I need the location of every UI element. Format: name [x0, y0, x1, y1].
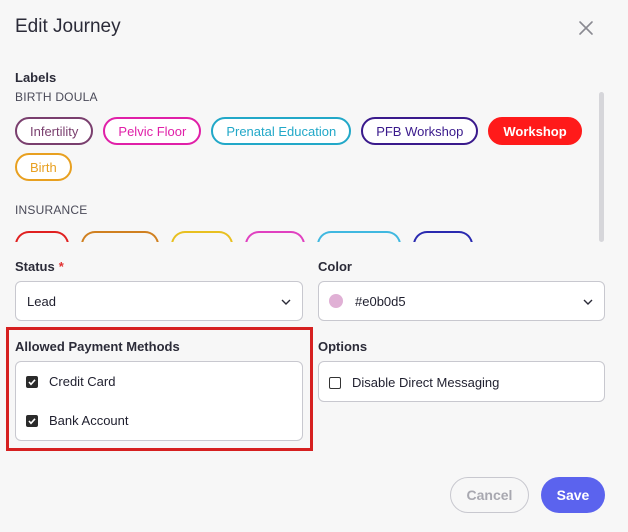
label-pill-clipped[interactable]	[171, 231, 233, 242]
label-pill[interactable]: PFB Workshop	[361, 117, 479, 145]
label-pill[interactable]: Birth	[15, 153, 72, 181]
label-pill-clipped[interactable]	[317, 231, 401, 242]
options-box: Disable Direct Messaging	[318, 361, 605, 402]
checkbox-unchecked-icon[interactable]	[329, 376, 341, 389]
status-select[interactable]: Lead	[15, 281, 303, 321]
color-swatch	[329, 294, 343, 308]
dialog-title: Edit Journey	[15, 16, 121, 37]
labels-scroll-area: BIRTH DOULA Infertility Pelvic Floor Prena…	[15, 90, 600, 242]
label-pill-row: Infertility Pelvic Floor Prenatal Educatio…	[15, 117, 600, 181]
payment-methods-highlight	[6, 327, 313, 451]
label-pill-clipped[interactable]	[413, 231, 473, 242]
close-icon[interactable]	[576, 18, 596, 38]
options-label: Options	[318, 339, 368, 354]
label-pill-clipped[interactable]	[245, 231, 305, 242]
chevron-down-icon	[583, 299, 593, 305]
color-select[interactable]: #e0b0d5	[318, 281, 605, 321]
disable-direct-messaging-option[interactable]: Disable Direct Messaging	[329, 375, 499, 390]
disable-direct-messaging-label: Disable Direct Messaging	[352, 375, 500, 390]
label-pill-clipped[interactable]	[81, 231, 159, 242]
color-label: Color	[318, 259, 352, 274]
status-label: Status *	[15, 259, 64, 274]
cancel-button[interactable]: Cancel	[450, 477, 529, 513]
required-mark: *	[58, 259, 64, 274]
label-pill[interactable]: Pelvic Floor	[103, 117, 202, 145]
label-pill-clipped[interactable]	[15, 231, 69, 242]
labels-scrollbar[interactable]	[599, 92, 604, 242]
status-value: Lead	[27, 293, 56, 309]
label-pill[interactable]: Prenatal Education	[211, 117, 352, 145]
label-pill-row	[15, 231, 600, 242]
color-value: #e0b0d5	[355, 293, 406, 309]
chevron-down-icon	[281, 299, 291, 305]
label-pill[interactable]: Infertility	[15, 117, 94, 145]
label-group-title: INSURANCE	[15, 203, 88, 217]
label-pill[interactable]: Workshop	[488, 117, 582, 145]
label-group-title: BIRTH DOULA	[15, 90, 98, 104]
save-button[interactable]: Save	[541, 477, 605, 513]
edit-journey-dialog: Edit Journey Labels BIRTH DOULA Infertil…	[0, 0, 628, 532]
labels-heading: Labels	[15, 70, 57, 85]
